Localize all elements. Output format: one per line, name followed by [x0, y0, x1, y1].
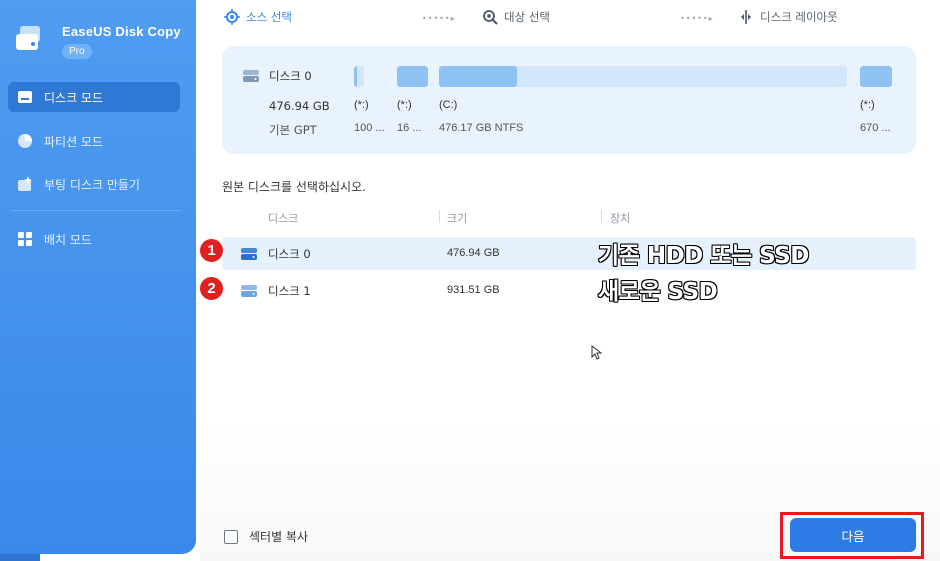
column-header-disk: 디스크: [268, 212, 299, 225]
sidebar-item-label: 배치 모드: [44, 232, 92, 247]
sector-copy-checkbox[interactable]: [224, 529, 238, 544]
sidebar: EaseUS Disk Copy Pro 디스크 모드 파티션 모드 부팅 디스…: [0, 0, 196, 554]
app-title: EaseUS Disk Copy: [62, 24, 181, 39]
hard-drive-icon: [240, 283, 258, 302]
disk-mode-icon: [16, 88, 34, 106]
partition-bar[interactable]: [439, 66, 847, 87]
sidebar-item-label: 부팅 디스크 만들기: [44, 177, 140, 192]
partition-label: (*:): [354, 99, 369, 111]
pie-icon: [16, 132, 34, 150]
step-label: 소스 선택: [246, 10, 292, 24]
disk-name: 디스크 0: [269, 69, 312, 83]
taskbar-fragment: [0, 554, 40, 561]
column-header-size: 크기: [447, 212, 468, 225]
step-separator: •••••▸: [680, 14, 714, 23]
annotation-badge-1: 1: [199, 238, 224, 263]
partition-bar[interactable]: [354, 66, 364, 87]
disk-size: 476.94 GB: [269, 99, 330, 113]
disk-name: 디스크 0: [268, 247, 311, 261]
partition-desc: 670 ...: [860, 122, 891, 134]
next-button[interactable]: 다음: [790, 518, 916, 552]
disk-name: 디스크 1: [268, 284, 311, 298]
partition-label: (C:): [439, 99, 458, 111]
partition-usage-fill: [860, 66, 892, 87]
partition-usage-fill: [354, 66, 357, 87]
partition-desc: 100 ...: [354, 122, 385, 134]
sidebar-item-boot-disk[interactable]: 부팅 디스크 만들기: [8, 169, 180, 199]
table-row[interactable]: 디스크 1 931.51 GB: [222, 274, 916, 307]
disk-size: 931.51 GB: [447, 284, 500, 296]
column-divider: [439, 210, 440, 223]
sidebar-item-label: 디스크 모드: [44, 90, 104, 105]
partition-label: (*:): [397, 99, 412, 111]
disk-summary-card: 디스크 0 476.94 GB 기본 GPT (*:) (*:) (C:) (*…: [222, 46, 916, 154]
target-search-icon: [482, 9, 498, 25]
step-target-select: 대상 선택: [482, 9, 550, 25]
instruction-text: 원본 디스크를 선택하십시오.: [222, 180, 366, 194]
app-logo-icon: [14, 22, 44, 54]
annotation-badge-2: 2: [199, 276, 224, 301]
partition-bar[interactable]: [860, 66, 892, 87]
sidebar-item-batch-mode[interactable]: 배치 모드: [8, 224, 180, 254]
partition-desc: 16 ...: [397, 122, 422, 134]
disk-type: 기본 GPT: [269, 123, 317, 137]
crosshair-icon: [224, 9, 240, 25]
step-label: 대상 선택: [504, 10, 550, 24]
sector-copy-option[interactable]: 섹터별 복사: [224, 528, 308, 545]
grid-icon: [16, 230, 34, 248]
column-header-device: 장치: [610, 212, 631, 225]
step-source-select: 소스 선택: [224, 9, 292, 25]
table-row[interactable]: 디스크 0 476.94 GB: [222, 237, 916, 270]
step-label: 디스크 레이아웃: [760, 10, 838, 24]
mouse-cursor-icon: [591, 344, 603, 364]
partition-label: (*:): [860, 99, 875, 111]
sector-copy-label: 섹터별 복사: [249, 530, 309, 544]
hard-drive-icon: [240, 246, 258, 265]
annotation-label-new: 새로운 SSD: [597, 278, 718, 305]
annotation-label-existing: 기존 HDD 또는 SSD: [597, 242, 809, 269]
step-disk-layout: 디스크 레이아웃: [738, 9, 838, 25]
partition-desc: 476.17 GB NTFS: [439, 122, 524, 134]
partition-usage-fill: [439, 66, 517, 87]
sidebar-item-disk-mode[interactable]: 디스크 모드: [8, 82, 180, 112]
sidebar-item-partition-mode[interactable]: 파티션 모드: [8, 126, 180, 156]
partition-usage-fill: [397, 66, 428, 87]
pro-badge: Pro: [62, 44, 92, 59]
boot-disk-icon: [16, 175, 34, 193]
hard-drive-icon: [242, 68, 260, 87]
sidebar-divider: [10, 210, 182, 211]
step-separator: •••••▸: [422, 14, 456, 23]
partition-bar[interactable]: [397, 66, 428, 87]
disk-size: 476.94 GB: [447, 247, 500, 259]
layout-split-icon: [738, 9, 754, 25]
sidebar-item-label: 파티션 모드: [44, 134, 104, 149]
column-divider: [601, 210, 602, 223]
